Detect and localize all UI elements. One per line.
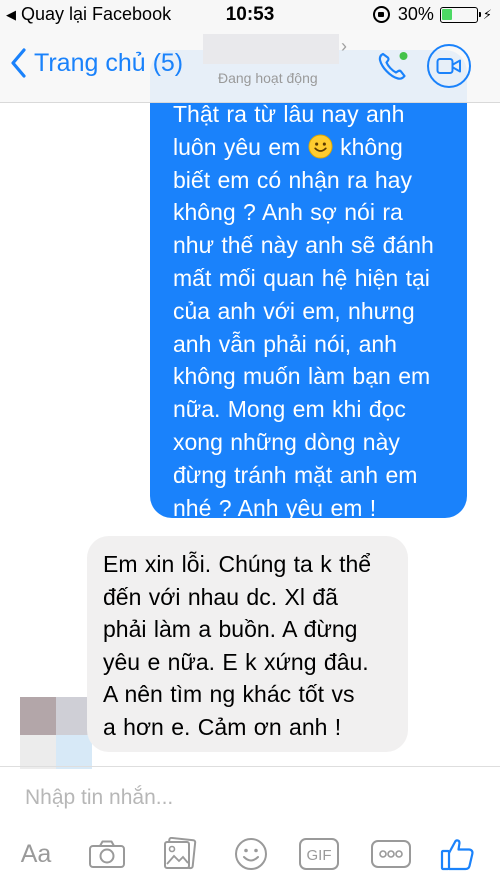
video-camera-icon — [436, 58, 461, 74]
sent-line: đừng tránh mặt anh em — [173, 461, 418, 488]
active-status: Đang hoạt động — [218, 70, 318, 86]
gif-button[interactable]: GIF — [297, 834, 341, 874]
more-icon — [371, 840, 411, 868]
sent-line: nhé ? Anh yêu em ! — [173, 494, 377, 518]
sent-line: anh vẫn phải nói, anh — [173, 330, 397, 357]
more-button[interactable] — [369, 834, 413, 874]
status-indicators: 30% ⚡ — [372, 4, 492, 25]
sent-line: không ? Anh sợ nói ra — [173, 199, 403, 226]
avatar-tile — [56, 735, 92, 769]
status-bar: ◀ Quay lại Facebook 10:53 30% ⚡ — [0, 0, 500, 30]
sent-message-bubble[interactable]: Thật ra từ lâu nay anh luôn yêu em không… — [150, 50, 467, 518]
message-input[interactable]: Nhập tin nhắn... — [25, 786, 465, 810]
battery-icon — [439, 6, 481, 23]
received-message-bubble[interactable]: Em xin lỗi. Chúng ta k thể đến với nhau … — [87, 536, 408, 752]
text-format-button[interactable]: Aa — [14, 834, 58, 874]
photo-icon — [164, 837, 197, 870]
back-button[interactable]: Trang chủ (5) — [10, 48, 183, 78]
received-line: phải làm a buồn. A đừng — [103, 616, 358, 642]
composer-divider — [0, 766, 500, 767]
emoji-button[interactable] — [229, 834, 273, 874]
phone-icon — [378, 52, 408, 80]
camera-button[interactable] — [85, 834, 129, 874]
composer-toolbar: Aa GIF — [0, 826, 500, 882]
back-button-label: Trang chủ (5) — [34, 48, 184, 77]
avatar-tile — [20, 735, 58, 769]
sent-line: mất mối quan hệ hiện tại — [173, 264, 430, 291]
sent-line: biết em có nhận ra hay — [173, 166, 412, 193]
camera-icon — [89, 840, 125, 868]
gif-label: GIF — [307, 847, 332, 864]
received-message-text: Em xin lỗi. Chúng ta k thể đến với nhau … — [103, 548, 400, 743]
received-line: Em xin lỗi. Chúng ta k thể — [103, 551, 372, 577]
voice-call-button[interactable] — [375, 48, 411, 84]
sent-line-part: luôn yêu em — [173, 133, 301, 160]
sent-line: luôn yêu em không — [173, 131, 457, 164]
battery-percent: 30% — [397, 4, 434, 24]
rotation-lock-icon — [372, 6, 390, 23]
received-line: đến với nhau dc. Xl đã — [103, 583, 338, 610]
sent-line: xong những dòng này — [173, 428, 400, 455]
charging-icon: ⚡ — [482, 6, 492, 22]
smiley-icon — [308, 134, 333, 159]
contact-name-redacted[interactable] — [203, 34, 339, 64]
like-button[interactable] — [436, 834, 480, 874]
emoji-icon — [235, 838, 267, 870]
battery-fill — [442, 9, 453, 20]
photo-button[interactable] — [158, 834, 202, 874]
aa-label: Aa — [20, 839, 52, 868]
gif-icon: GIF — [299, 838, 339, 870]
avatar-tile — [20, 697, 58, 735]
sent-line: nữa. Mong em khi đọc — [173, 396, 406, 423]
received-line: A nên tìm ng khác tốt vs — [103, 681, 355, 707]
contact-avatar-redacted[interactable] — [20, 697, 92, 769]
sent-line: của anh với em, nhưng — [173, 297, 415, 324]
received-line: yêu e nữa. E k xứng đâu. — [103, 648, 369, 675]
received-line: a hơn e. Cảm ơn anh ! — [103, 713, 342, 740]
title-chevron-icon[interactable]: › — [341, 36, 347, 57]
sent-line: như thế này anh sẽ đánh — [173, 232, 434, 259]
like-icon — [440, 839, 474, 871]
conversation-header: Trang chủ (5) › Đang hoạt động — [0, 30, 500, 103]
video-call-button[interactable] — [427, 44, 471, 88]
back-chevron-icon — [11, 48, 26, 78]
sent-line-part: không — [340, 133, 403, 160]
sent-line: không muốn làm bạn em — [173, 363, 431, 390]
sent-message-text: Thật ra từ lâu nay anh luôn yêu em không… — [173, 98, 457, 518]
